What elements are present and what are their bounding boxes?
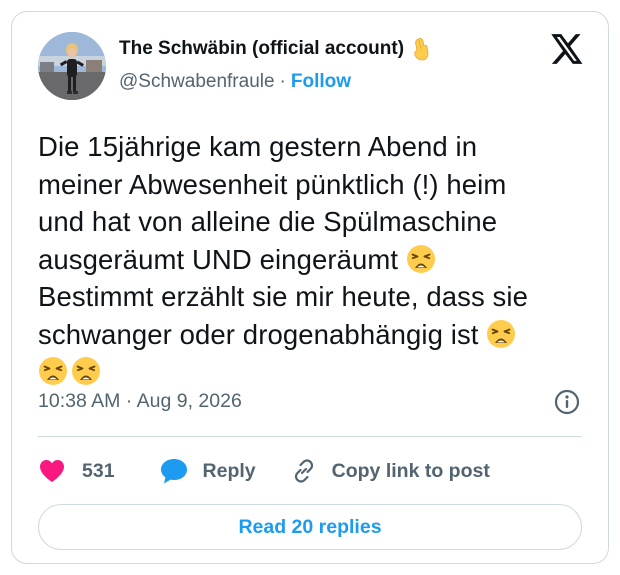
weary-face-icon	[38, 356, 68, 386]
copy-link-button[interactable]: Copy link to post	[290, 457, 490, 485]
author-handle[interactable]: @Schwabenfraule	[119, 71, 275, 93]
link-icon	[290, 457, 318, 485]
heart-icon	[38, 458, 66, 484]
copy-link-label: Copy link to post	[331, 459, 490, 482]
reply-label: Reply	[202, 459, 256, 482]
reply-button[interactable]: Reply	[159, 457, 256, 485]
tweet-line-text: schwanger oder drogenabhängig ist	[38, 318, 479, 350]
tweet-line: und hat von alleine die Spülmaschine	[38, 206, 498, 237]
tweet-line-with-emoji: ausgeräumt UND eingeräumt	[38, 241, 598, 279]
read-replies-label: Read 20 replies	[238, 515, 382, 538]
author-avatar[interactable]	[38, 32, 106, 100]
tweet-line: Die 15jährige kam gestern Abend in	[38, 131, 478, 162]
read-replies-button[interactable]: Read 20 replies	[38, 504, 582, 550]
weary-face-icon	[71, 356, 101, 386]
author-display-name[interactable]: The Schwäbin (official account)	[119, 38, 404, 60]
weary-face-icon	[486, 319, 516, 349]
author-name-line: The Schwäbin (official account)	[119, 36, 432, 62]
weary-face-icon	[406, 244, 436, 274]
tweet-text: Die 15jährige kam gestern Abend in meine…	[38, 128, 598, 391]
tweet-timestamp[interactable]: 10:38 AM · Aug 9, 2026	[38, 390, 242, 413]
info-icon[interactable]	[554, 389, 580, 415]
tweet-line-text: ausgeräumt UND eingeräumt	[38, 243, 399, 275]
reply-bubble-icon	[159, 457, 189, 485]
like-button[interactable]: 531	[38, 458, 115, 484]
tweet-line: meiner Abwesenheit pünktlich (!) heim	[38, 168, 507, 200]
follow-button[interactable]: Follow	[291, 71, 351, 93]
like-count: 531	[82, 459, 115, 482]
tweet-line-with-emoji: schwanger oder drogenabhängig ist	[38, 316, 598, 354]
tweet-emoji-line	[38, 353, 598, 391]
divider	[38, 436, 582, 437]
pinched-fingers-icon	[410, 37, 432, 61]
x-logo-icon[interactable]	[550, 33, 584, 65]
tweet-line: Bestimmt erzählt sie mir heute, dass sie	[38, 281, 529, 312]
author-handle-line: @Schwabenfraule · Follow	[119, 71, 351, 93]
tweet-card: The Schwäbin (official account) @Schwabe…	[11, 11, 609, 564]
separator-dot: ·	[279, 71, 286, 92]
action-bar: 531 Reply Copy link to post	[38, 448, 490, 494]
